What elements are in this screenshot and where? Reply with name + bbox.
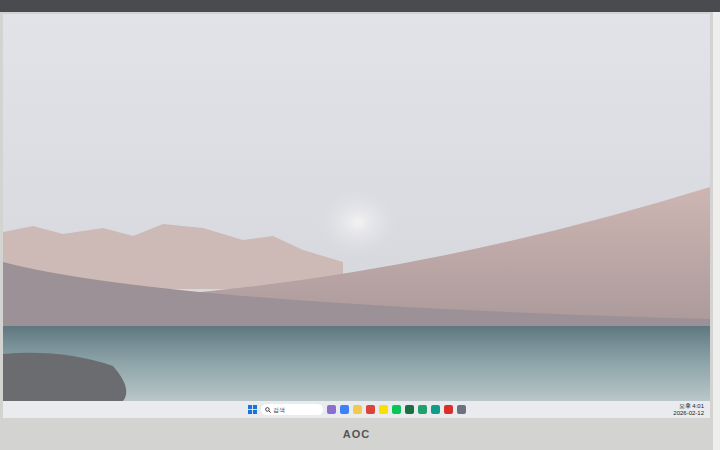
paper-edge <box>713 12 720 450</box>
clock[interactable]: 오후 4:01 2026-02-12 <box>466 403 705 417</box>
app-icon[interactable] <box>340 405 349 414</box>
wallpaper <box>3 14 710 401</box>
app-icon[interactable] <box>353 405 362 414</box>
app-icon[interactable] <box>444 405 453 414</box>
search-input[interactable] <box>273 406 319 414</box>
app-icon[interactable] <box>379 405 388 414</box>
search-icon <box>265 407 271 413</box>
background-strip <box>0 0 720 12</box>
app-icon[interactable] <box>457 405 466 414</box>
app-icon[interactable] <box>418 405 427 414</box>
taskbar: 오후 4:01 2026-02-12 <box>3 401 710 418</box>
clock-time: 오후 4:01 <box>679 403 704 410</box>
monitor: 오후 4:01 2026-02-12 AOC <box>0 12 713 450</box>
clock-date: 2026-02-12 <box>673 410 704 417</box>
app-icon[interactable] <box>392 405 401 414</box>
app-icon[interactable] <box>366 405 375 414</box>
windows-start-icon[interactable] <box>248 405 257 414</box>
search-box[interactable] <box>261 404 323 415</box>
app-icon[interactable] <box>327 405 336 414</box>
monitor-chin: AOC <box>0 418 713 450</box>
app-icon[interactable] <box>405 405 414 414</box>
app-icon[interactable] <box>431 405 440 414</box>
screen: 오후 4:01 2026-02-12 <box>3 14 710 418</box>
brand-logo: AOC <box>343 426 370 443</box>
